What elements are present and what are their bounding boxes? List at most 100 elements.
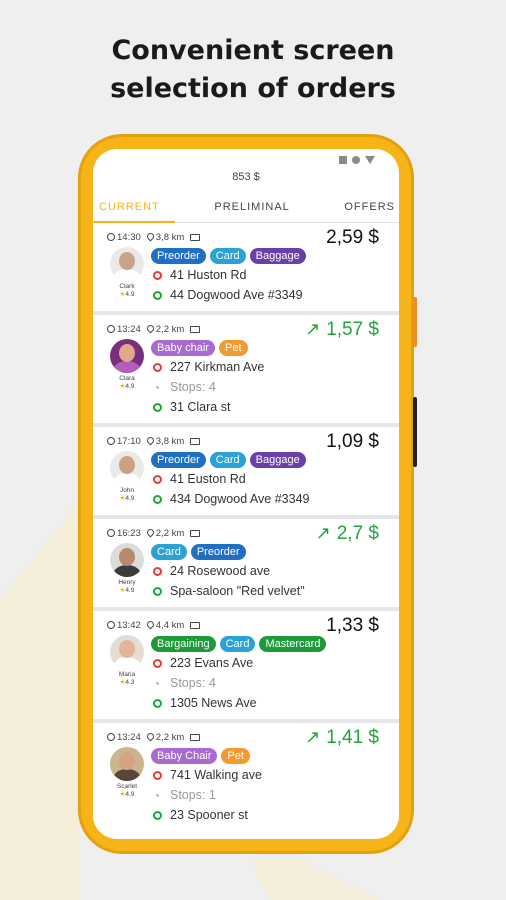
pickup-row: 41 Huston Rd <box>151 265 391 285</box>
order-card[interactable]: 14:30 3,8 km 2,59 $ Clark ★4.9 Preorder C… <box>93 223 399 311</box>
pickup-icon <box>153 658 162 668</box>
trend-up-icon: ↗ <box>315 523 331 543</box>
order-tags: Preorder Card Baggage <box>151 451 391 469</box>
order-tag: Bargaining <box>151 636 216 652</box>
order-info: Card Preorder 24 Rosewood ave Spa-saloon … <box>147 543 391 601</box>
customer-rating: ★4.9 <box>120 290 135 298</box>
order-price: ↗ 2,7 $ <box>316 523 379 545</box>
order-tag: Baggage <box>249 248 306 264</box>
order-info: Baby chair Pet 227 Kirkman Ave Stops: 4 3… <box>147 339 391 417</box>
customer-name: Henry <box>118 579 136 586</box>
order-body: Clark ★4.9 Preorder Card Baggage 41 Huston… <box>107 247 391 305</box>
pickup-row: 227 Kirkman Ave <box>151 357 391 377</box>
order-tag: Baby chair <box>151 340 215 356</box>
dropoff-row: Spa-saloon "Red velvet" <box>151 581 391 601</box>
trend-up-icon: ↗ <box>305 727 321 747</box>
pickup-icon <box>153 566 162 576</box>
order-price-text: 1,09 $ <box>326 431 379 452</box>
order-time-text: 14:30 <box>117 231 141 243</box>
order-distance-text: 2,2 km <box>155 527 185 539</box>
pickup-icon <box>153 474 162 484</box>
order-card[interactable]: 13:42 4,4 km 1,33 $ Maria ★4.3 Bargainin… <box>93 611 399 719</box>
order-price: 2,59 $ <box>326 227 379 249</box>
order-distance-text: 3,8 km <box>155 231 185 243</box>
location-pin-icon <box>145 527 156 537</box>
tab-preliminal[interactable]: PRELIMINAL <box>214 201 289 213</box>
order-info: Baby Chair Pet 741 Walking ave Stops: 1 2… <box>147 747 391 825</box>
order-distance: 2,2 km <box>145 731 185 743</box>
location-pin-icon <box>145 619 156 629</box>
order-time-text: 13:24 <box>117 731 141 743</box>
cash-icon <box>190 437 201 445</box>
order-distance: 2,2 km <box>145 323 185 335</box>
pickup-row: 223 Evans Ave <box>151 653 391 673</box>
stops-row: Stops: 4 <box>151 377 391 397</box>
avatar <box>110 451 144 485</box>
order-price-text: 1,41 $ <box>326 727 379 748</box>
customer-rating-value: 4.3 <box>125 679 135 686</box>
clock-icon <box>107 436 115 445</box>
location-pin-icon <box>145 731 156 741</box>
dropoff-address: 44 Dogwood Ave #3349 <box>170 288 303 302</box>
trend-up-icon: ↗ <box>305 319 321 339</box>
tab-current[interactable]: CURRENT <box>99 201 160 213</box>
stops-icon <box>156 681 159 685</box>
pickup-icon <box>153 270 162 280</box>
order-card[interactable]: 16:23 2,2 km ↗ 2,7 $ Henry ★4.9 Card Preor… <box>93 519 399 607</box>
customer-rating: ★4.9 <box>120 790 135 798</box>
headline-line2: selection of orders <box>110 73 396 104</box>
order-card[interactable]: 17:10 3,8 km 1,09 $ John ★4.9 Preorder Ca… <box>93 427 399 515</box>
dropoff-icon <box>153 402 162 412</box>
pickup-address: 741 Walking ave <box>170 768 262 782</box>
dropoff-icon <box>153 494 162 504</box>
dropoff-row: 31 Clara st <box>151 397 391 417</box>
dropoff-address: 23 Spooner st <box>170 808 248 822</box>
order-card[interactable]: 13:24 2,2 km ↗ 1,57 $ Clara ★4.9 Baby cha… <box>93 315 399 423</box>
order-price-text: 1,57 $ <box>326 319 379 340</box>
stops-icon <box>156 385 159 389</box>
stops-count: Stops: 4 <box>170 380 216 394</box>
order-tags: Baby Chair Pet <box>151 747 391 765</box>
stops-row: Stops: 4 <box>151 673 391 693</box>
order-tag: Baggage <box>249 452 306 468</box>
order-body: Clara ★4.9 Baby chair Pet 227 Kirkman Ave… <box>107 339 391 417</box>
customer-rating-value: 4.9 <box>125 291 135 298</box>
customer-rating-value: 4.9 <box>125 587 135 594</box>
avatar <box>110 543 144 577</box>
location-pin-icon <box>145 435 156 445</box>
cash-icon <box>190 733 201 741</box>
clock-icon <box>107 232 115 241</box>
customer-rating: ★4.9 <box>120 382 135 390</box>
order-time-text: 13:24 <box>117 323 141 335</box>
tab-offers[interactable]: OFFERS <box>344 201 395 213</box>
order-tags: Baby chair Pet <box>151 339 391 357</box>
order-distance: 2,2 km <box>145 527 185 539</box>
dropoff-row: 434 Dogwood Ave #3349 <box>151 489 391 509</box>
customer-rating-value: 4.9 <box>125 383 135 390</box>
order-tag: Card <box>151 544 187 560</box>
order-card[interactable]: 13:24 2,2 km ↗ 1,41 $ Scarlet ★4.9 Baby C… <box>93 723 399 831</box>
order-tag: Mastercard <box>259 636 327 652</box>
order-distance: 3,8 km <box>145 435 184 447</box>
status-bar <box>93 149 399 167</box>
order-distance-text: 2,2 km <box>155 323 185 335</box>
customer: John ★4.9 <box>107 451 147 509</box>
order-time: 16:23 <box>107 528 141 539</box>
location-pin-icon <box>145 231 156 241</box>
order-time-text: 17:10 <box>117 435 141 447</box>
signal-icon <box>339 156 347 164</box>
order-price: ↗ 1,57 $ <box>305 319 379 341</box>
battery-icon <box>365 156 375 164</box>
order-distance-text: 2,2 km <box>155 731 185 743</box>
order-time: 13:24 <box>107 732 141 743</box>
dropoff-row: 1305 News Ave <box>151 693 391 713</box>
customer-rating-value: 4.9 <box>125 791 135 798</box>
avatar <box>110 747 144 781</box>
balance-label: 853 $ <box>232 171 260 183</box>
customer: Henry ★4.9 <box>107 543 147 601</box>
pickup-address: 24 Rosewood ave <box>170 564 271 578</box>
wifi-icon <box>352 156 360 164</box>
avatar <box>110 247 144 281</box>
clock-icon <box>107 528 115 537</box>
cash-icon <box>190 529 201 537</box>
